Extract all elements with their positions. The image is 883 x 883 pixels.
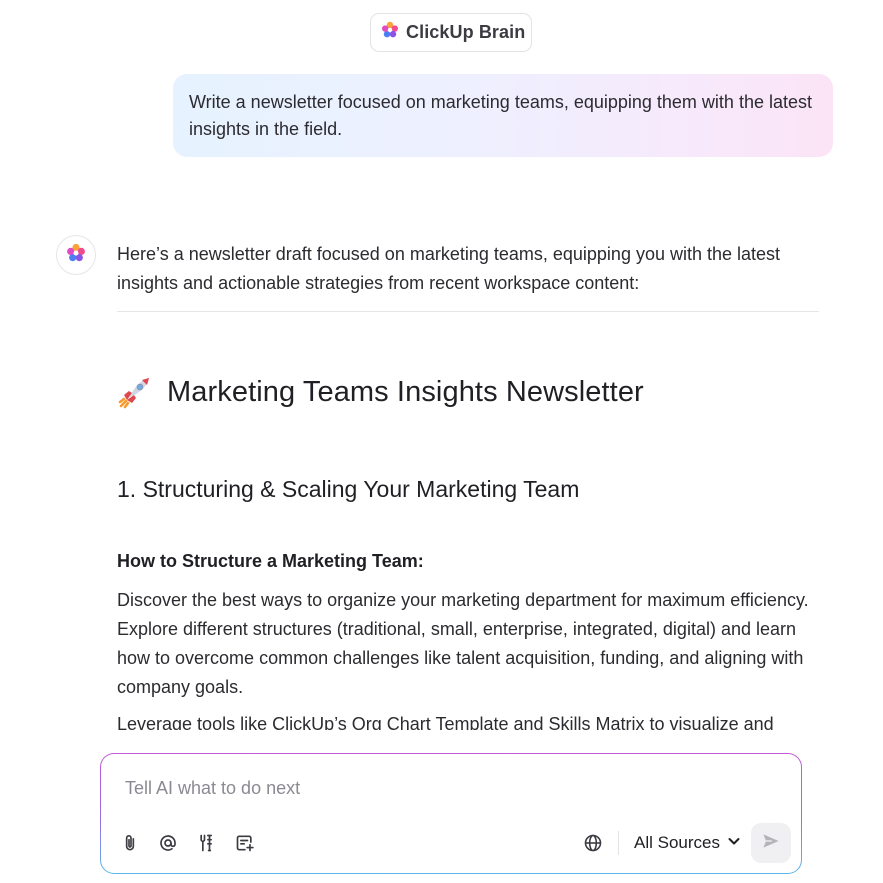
send-button[interactable] <box>751 823 791 863</box>
response-intro: Here’s a newsletter draft focused on mar… <box>117 244 781 293</box>
composer: All Sources <box>100 753 802 874</box>
at-mention-icon[interactable] <box>156 831 180 855</box>
clickup-brain-logo-icon <box>66 243 86 268</box>
user-message-text: Write a newsletter focused on marketing … <box>189 92 812 139</box>
user-message-bubble: Write a newsletter focused on marketing … <box>173 74 833 157</box>
section-title: 1. Structuring & Scaling Your Marketing … <box>117 476 580 502</box>
badge-label: ClickUp Brain <box>406 22 526 42</box>
sub-heading: How to Structure a Marketing Team: <box>117 551 424 571</box>
newsletter-title: Marketing Teams Insights Newsletter <box>117 374 819 410</box>
clickup-brain-logo-icon <box>381 21 399 44</box>
tools-icon[interactable] <box>195 831 219 855</box>
rocket-icon <box>117 374 153 410</box>
template-icon[interactable] <box>233 831 257 855</box>
globe-icon[interactable] <box>582 832 604 854</box>
divider <box>117 311 819 312</box>
newsletter-title-text: Marketing Teams Insights Newsletter <box>167 375 644 408</box>
assistant-avatar <box>56 235 96 275</box>
send-icon <box>761 831 781 856</box>
all-sources-dropdown[interactable]: All Sources <box>634 831 741 855</box>
sources-label: All Sources <box>634 833 720 852</box>
paragraph-1: Discover the best ways to organize your … <box>117 590 809 697</box>
assistant-response: Here’s a newsletter draft focused on mar… <box>117 240 819 730</box>
paperclip-icon[interactable] <box>118 831 142 855</box>
divider <box>618 831 619 855</box>
chevron-down-icon <box>727 833 741 853</box>
prompt-input[interactable] <box>125 774 765 802</box>
clickup-brain-badge: ClickUp Brain <box>370 13 532 52</box>
paragraph-2: Leverage tools like ClickUp’s Org Chart … <box>117 714 774 730</box>
